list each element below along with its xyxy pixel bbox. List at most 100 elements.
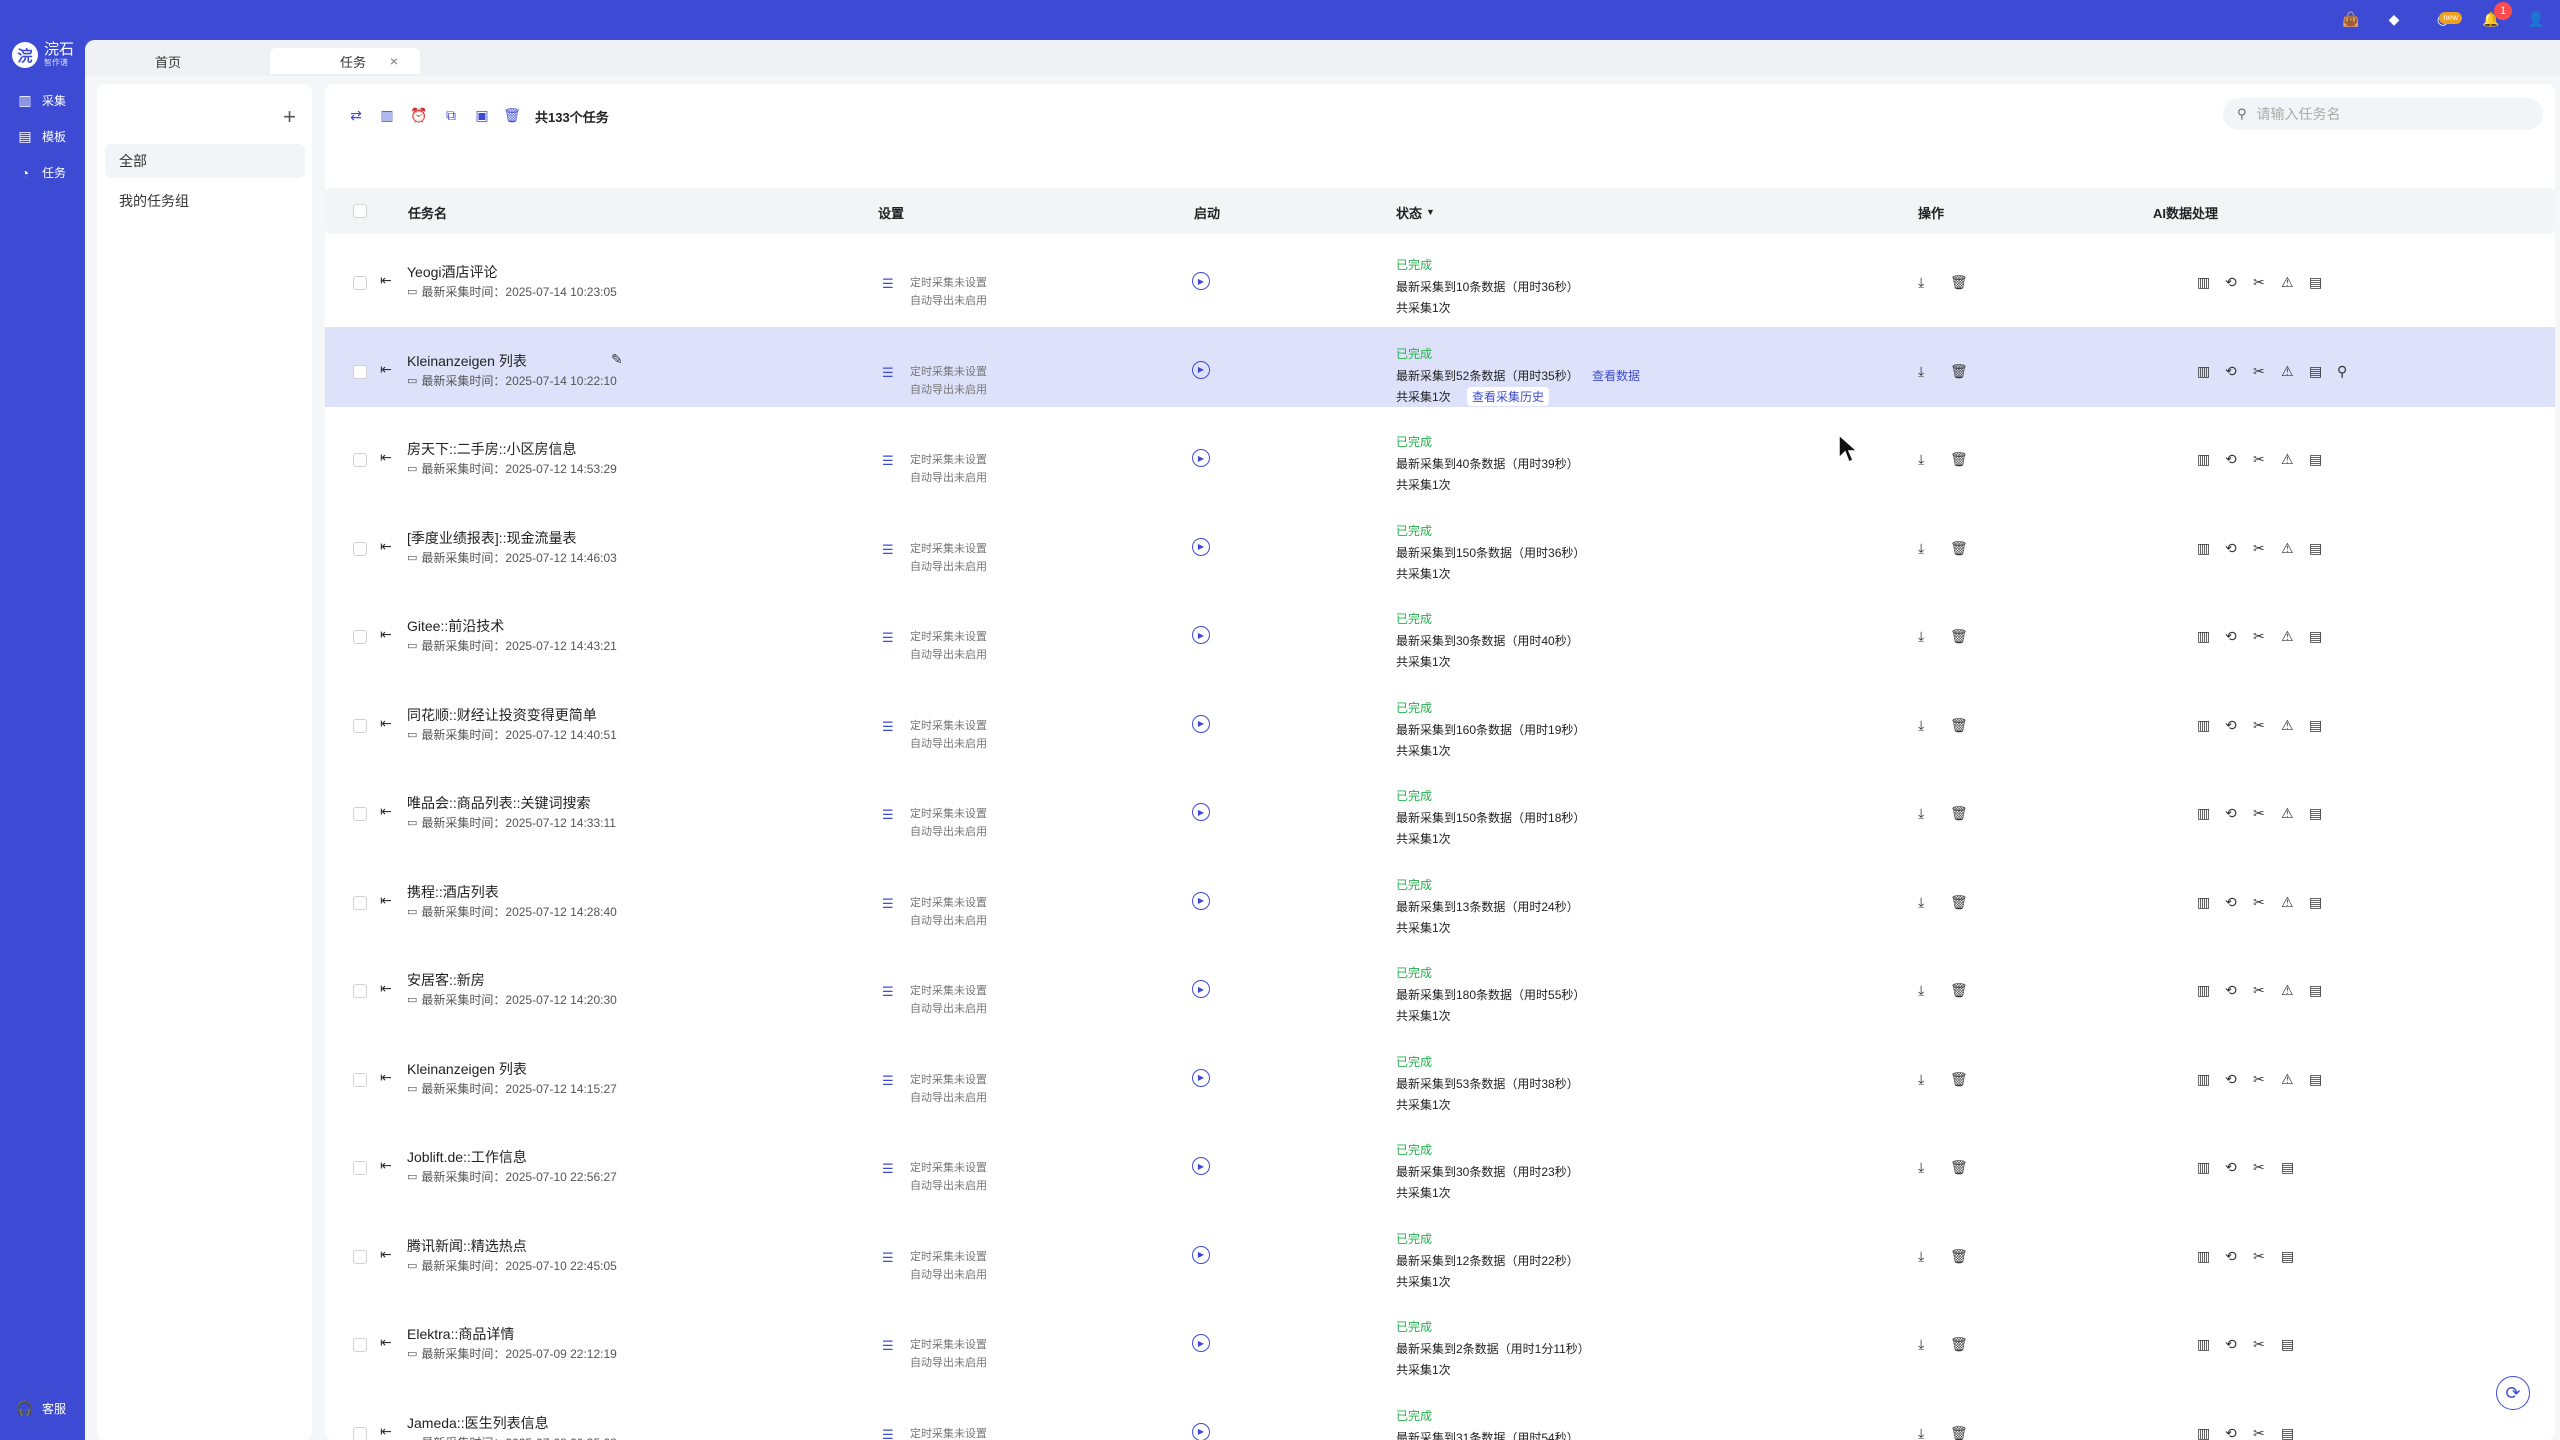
magnify-icon[interactable]: ⚲: [2337, 363, 2347, 380]
task-name[interactable]: Joblift.de::工作信息: [407, 1147, 527, 1167]
export-setting[interactable]: 自动导出未启用: [910, 1177, 987, 1193]
magic-icon[interactable]: ✂: [2253, 1425, 2265, 1440]
magic-icon[interactable]: ✂: [2253, 805, 2265, 822]
magic-icon[interactable]: ✂: [2253, 451, 2265, 468]
list-icon[interactable]: ☰: [882, 1073, 894, 1089]
chart-icon[interactable]: ▥: [2197, 1248, 2210, 1265]
view-data-link[interactable]: 查看数据: [1592, 367, 1640, 384]
schedule-setting[interactable]: 定时采集未设置: [910, 1425, 987, 1440]
trash-icon[interactable]: 🗑: [1950, 894, 1968, 911]
user-icon[interactable]: 👤: [2525, 8, 2547, 30]
list-icon[interactable]: ☰: [882, 896, 894, 912]
warning-icon[interactable]: ⚠: [2281, 628, 2294, 645]
clipboard-icon[interactable]: ▤: [2309, 805, 2322, 822]
schedule-setting[interactable]: 定时采集未设置: [910, 1248, 987, 1264]
col-status[interactable]: 状态: [1396, 203, 1422, 222]
download-icon[interactable]: ⤓: [1918, 894, 1924, 911]
trash-icon[interactable]: 🗑: [1950, 1159, 1968, 1176]
list-icon[interactable]: ☰: [882, 276, 894, 292]
task-name[interactable]: Jameda::医生列表信息: [407, 1413, 549, 1433]
copy-icon[interactable]: ⧉: [442, 106, 460, 124]
row-checkbox[interactable]: [353, 984, 367, 998]
download-icon[interactable]: ⤓: [1918, 1159, 1924, 1176]
transform-icon[interactable]: ⟲: [2225, 1159, 2237, 1176]
export-setting[interactable]: 自动导出未启用: [910, 1354, 987, 1370]
clipboard-icon[interactable]: ▤: [2309, 982, 2322, 999]
clipboard-icon[interactable]: ▤: [2309, 540, 2322, 557]
refresh-float-button[interactable]: ⟳: [2496, 1376, 2530, 1410]
task-name[interactable]: 安居客::新房: [407, 970, 485, 990]
list-icon[interactable]: ☰: [882, 807, 894, 823]
schedule-setting[interactable]: 定时采集未设置: [910, 1336, 987, 1352]
clipboard-icon[interactable]: ▤: [2309, 274, 2322, 291]
row-checkbox[interactable]: [353, 718, 367, 733]
export-setting[interactable]: 自动导出未启用: [910, 735, 987, 751]
close-icon[interactable]: ×: [390, 53, 398, 69]
warning-icon[interactable]: ⚠: [2281, 894, 2294, 911]
search-box[interactable]: ⚲: [2223, 98, 2543, 130]
export-icon[interactable]: ▣: [473, 106, 491, 124]
chart-icon[interactable]: ▥: [2197, 805, 2210, 822]
chart-icon[interactable]: ▥: [2197, 540, 2210, 557]
play-icon[interactable]: ▶: [1192, 272, 1210, 290]
download-icon[interactable]: ⤓: [1918, 982, 1924, 999]
sort-caret-icon[interactable]: ▼: [1426, 207, 1435, 217]
play-icon[interactable]: ▶: [1192, 1157, 1210, 1175]
chart-icon[interactable]: ▥: [2197, 1071, 2210, 1088]
diamond-icon[interactable]: ◆: [2383, 8, 2405, 30]
pin-icon[interactable]: ⇤: [380, 449, 392, 466]
export-setting[interactable]: 自动导出未启用: [910, 1000, 987, 1016]
trash-icon[interactable]: 🗑: [1950, 1336, 1968, 1353]
schedule-setting[interactable]: 定时采集未设置: [910, 982, 987, 998]
export-setting[interactable]: 自动导出未启用: [910, 292, 987, 308]
select-all-checkbox[interactable]: [353, 204, 367, 218]
magic-icon[interactable]: ✂: [2253, 1248, 2265, 1265]
trash-icon[interactable]: 🗑: [1950, 540, 1968, 557]
warning-icon[interactable]: ⚠: [2281, 805, 2294, 822]
list-icon[interactable]: ☰: [882, 1250, 894, 1266]
download-icon[interactable]: ⤓: [1918, 363, 1924, 380]
chart-icon[interactable]: ▥: [2197, 363, 2210, 380]
trash-icon[interactable]: 🗑: [1950, 717, 1968, 734]
export-setting[interactable]: 自动导出未启用: [910, 1266, 987, 1282]
magic-icon[interactable]: ✂: [2253, 363, 2265, 380]
clipboard-icon[interactable]: ▤: [2309, 628, 2322, 645]
table-row[interactable]: ⇤ Yeogi酒店评论 ▭ 最新采集时间：2025-07-14 10:23:05 ☰ 定时…: [325, 238, 2555, 318]
trash-icon[interactable]: 🗑: [1950, 1425, 1968, 1440]
task-name[interactable]: Kleinanzeigen 列表: [407, 1059, 527, 1079]
clipboard-icon[interactable]: ▤: [2309, 894, 2322, 911]
tab-tasks[interactable]: 任务 ×: [270, 48, 420, 74]
task-name[interactable]: Elektra::商品详情: [407, 1324, 514, 1344]
play-icon[interactable]: ▶: [1192, 714, 1210, 733]
transform-icon[interactable]: ⟲: [2225, 805, 2237, 822]
download-icon[interactable]: ⤓: [1918, 451, 1924, 468]
magic-icon[interactable]: ✂: [2253, 894, 2265, 911]
export-setting[interactable]: 自动导出未启用: [910, 558, 987, 574]
download-icon[interactable]: ⤓: [1918, 805, 1924, 822]
export-setting[interactable]: 自动导出未启用: [910, 646, 987, 662]
search-input[interactable]: [2256, 106, 2517, 122]
pin-icon[interactable]: ⇤: [380, 892, 392, 909]
pin-icon[interactable]: ⇤: [380, 1157, 392, 1174]
list-icon[interactable]: ☰: [882, 1427, 894, 1440]
clipboard-icon[interactable]: ▤: [2281, 1248, 2294, 1265]
clipboard-icon[interactable]: ▤: [2281, 1425, 2294, 1440]
schedule-setting[interactable]: 定时采集未设置: [910, 1159, 987, 1175]
pin-icon[interactable]: ⇤: [380, 980, 392, 997]
schedule-setting[interactable]: 定时采集未设置: [910, 451, 987, 467]
nav-item-task[interactable]: ◔ 任务: [16, 164, 66, 181]
clipboard-icon[interactable]: ▤: [2309, 717, 2322, 734]
row-checkbox[interactable]: [353, 1161, 367, 1175]
bar-chart-add-icon[interactable]: ▥: [378, 106, 396, 124]
view-history-link[interactable]: 查看采集历史: [1467, 386, 1550, 406]
transform-icon[interactable]: ⟲: [2225, 274, 2237, 291]
list-icon[interactable]: ☰: [882, 365, 894, 381]
task-name[interactable]: 腾讯新闻::精选热点: [407, 1236, 527, 1256]
transform-icon[interactable]: ⟲: [2225, 1336, 2237, 1353]
download-icon[interactable]: ⤓: [1918, 1071, 1924, 1088]
table-row[interactable]: ⇤ 安居客::新房 ▭ 最新采集时间：2025-07-12 14:20:30 ☰ 定时采集…: [325, 946, 2555, 1026]
play-icon[interactable]: ▶: [1192, 891, 1210, 910]
chart-icon[interactable]: ▥: [2197, 717, 2210, 734]
magic-icon[interactable]: ✂: [2253, 540, 2265, 557]
transform-icon[interactable]: ⟲: [2225, 1071, 2237, 1088]
